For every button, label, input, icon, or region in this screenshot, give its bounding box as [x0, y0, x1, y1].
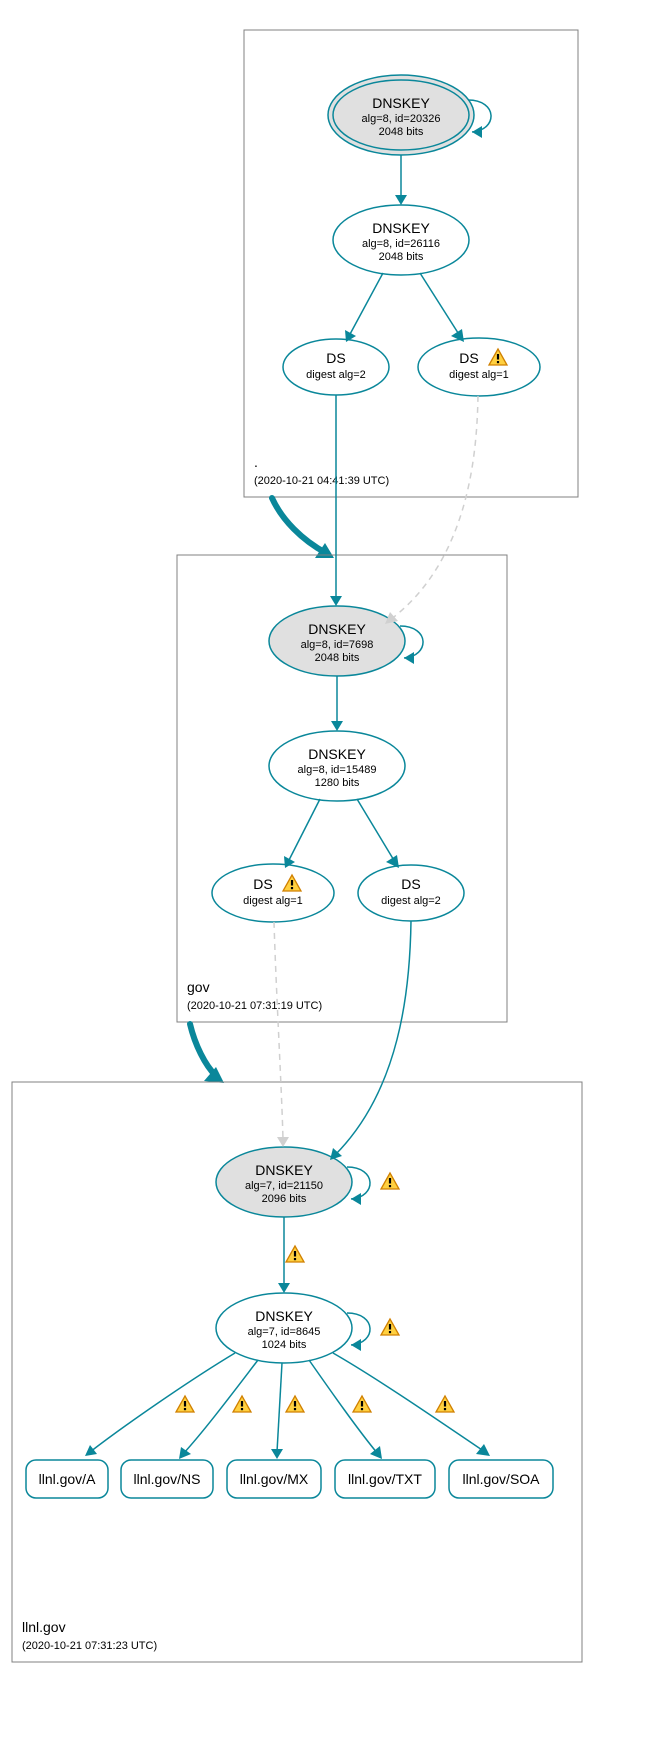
edge-root-zsk-ds1 [420, 273, 464, 342]
edge-govds2-llnlksk [330, 921, 411, 1160]
svg-text:llnl.gov/NS: llnl.gov/NS [134, 1471, 201, 1487]
delegation-gov-llnl [190, 1024, 224, 1083]
dnssec-diagram: . (2020-10-21 04:41:39 UTC) DNSKEY alg=8… [0, 0, 660, 1762]
svg-text:digest alg=2: digest alg=2 [306, 369, 366, 381]
svg-text:DS: DS [401, 876, 420, 892]
svg-text:digest alg=2: digest alg=2 [381, 895, 441, 907]
edge-llnl-ksk-self [347, 1167, 399, 1205]
svg-text:DNSKEY: DNSKEY [372, 95, 430, 111]
warning-icon [233, 1396, 251, 1412]
edge-root-zsk-ds2 [345, 273, 383, 342]
svg-text:DNSKEY: DNSKEY [372, 220, 430, 236]
svg-text:llnl.gov/SOA: llnl.gov/SOA [462, 1471, 540, 1487]
warning-icon [381, 1173, 399, 1189]
svg-text:alg=8, id=20326: alg=8, id=20326 [362, 113, 441, 125]
warning-icon [436, 1396, 454, 1412]
edge-root-ksk-zsk [395, 155, 407, 205]
svg-text:2096 bits: 2096 bits [262, 1193, 307, 1205]
edge-ds2-govksk [330, 395, 342, 606]
svg-text:(2020-10-21 04:41:39 UTC): (2020-10-21 04:41:39 UTC) [254, 475, 389, 487]
zone-gov: gov (2020-10-21 07:31:19 UTC) DNSKEY alg… [177, 395, 507, 1022]
svg-text:gov: gov [187, 979, 210, 995]
svg-text:llnl.gov/MX: llnl.gov/MX [240, 1471, 309, 1487]
edge-govds1-llnlksk [274, 922, 289, 1147]
svg-text:digest alg=1: digest alg=1 [243, 895, 303, 907]
svg-text:1024 bits: 1024 bits [262, 1339, 307, 1351]
svg-text:DS: DS [253, 876, 272, 892]
svg-text:alg=7, id=8645: alg=7, id=8645 [248, 1326, 321, 1338]
svg-text:2048 bits: 2048 bits [379, 251, 424, 263]
warning-icon [381, 1319, 399, 1335]
svg-text:DNSKEY: DNSKEY [255, 1308, 313, 1324]
node-gov-zsk: DNSKEY alg=8, id=15489 1280 bits [269, 731, 405, 801]
warning-icon [286, 1396, 304, 1412]
svg-text:alg=7, id=21150: alg=7, id=21150 [245, 1180, 323, 1192]
svg-text:alg=8, id=7698: alg=8, id=7698 [301, 639, 374, 651]
node-root-ds2: DS digest alg=2 [283, 339, 389, 395]
svg-text:(2020-10-21 07:31:23 UTC): (2020-10-21 07:31:23 UTC) [22, 1640, 157, 1652]
node-rr-soa: llnl.gov/SOA [449, 1460, 553, 1498]
node-rr-mx: llnl.gov/MX [227, 1460, 321, 1498]
node-rr-a: llnl.gov/A [26, 1460, 108, 1498]
edge-zsk-a [85, 1353, 235, 1456]
delegation-root-gov [272, 498, 334, 558]
edge-zsk-txt [309, 1360, 382, 1459]
node-root-ksk: DNSKEY alg=8, id=20326 2048 bits [328, 75, 474, 155]
svg-text:llnl.gov/TXT: llnl.gov/TXT [348, 1471, 422, 1487]
svg-text:DNSKEY: DNSKEY [308, 746, 366, 762]
warning-icon [286, 1246, 304, 1262]
node-gov-ds2: DS digest alg=2 [358, 865, 464, 921]
zone-llnl: llnl.gov (2020-10-21 07:31:23 UTC) DNSKE… [12, 921, 582, 1662]
svg-text:alg=8, id=15489: alg=8, id=15489 [298, 764, 377, 776]
svg-text:DNSKEY: DNSKEY [308, 621, 366, 637]
svg-text:llnl.gov/A: llnl.gov/A [39, 1471, 96, 1487]
svg-text:digest alg=1: digest alg=1 [449, 369, 509, 381]
svg-text:llnl.gov: llnl.gov [22, 1619, 66, 1635]
edge-gov-zsk-ds2 [357, 799, 399, 868]
svg-text:DS: DS [326, 350, 345, 366]
edge-llnl-zsk-self [347, 1313, 399, 1351]
edge-gov-zsk-ds1 [284, 799, 320, 868]
warning-icon [353, 1396, 371, 1412]
zone-root: . (2020-10-21 04:41:39 UTC) DNSKEY alg=8… [244, 30, 578, 497]
svg-text:alg=8, id=26116: alg=8, id=26116 [362, 238, 440, 250]
node-root-ds1: DS digest alg=1 [418, 338, 540, 396]
warning-icon [176, 1396, 194, 1412]
edge-ds1-govksk [385, 396, 478, 624]
node-llnl-zsk: DNSKEY alg=7, id=8645 1024 bits [216, 1293, 352, 1363]
svg-text:2048 bits: 2048 bits [379, 126, 424, 138]
svg-text:2048 bits: 2048 bits [315, 652, 360, 664]
edge-llnl-ksk-zsk [278, 1217, 304, 1293]
node-gov-ds1: DS digest alg=1 [212, 864, 334, 922]
svg-text:DNSKEY: DNSKEY [255, 1162, 313, 1178]
node-root-zsk: DNSKEY alg=8, id=26116 2048 bits [333, 205, 469, 275]
svg-text:(2020-10-21 07:31:19 UTC): (2020-10-21 07:31:19 UTC) [187, 1000, 322, 1012]
node-rr-txt: llnl.gov/TXT [335, 1460, 435, 1498]
svg-text:1280 bits: 1280 bits [315, 777, 360, 789]
svg-text:DS: DS [459, 350, 478, 366]
node-gov-ksk: DNSKEY alg=8, id=7698 2048 bits [269, 606, 405, 676]
node-rr-ns: llnl.gov/NS [121, 1460, 213, 1498]
svg-text:.: . [254, 454, 258, 470]
edge-gov-ksk-zsk [331, 676, 343, 731]
edge-zsk-mx [271, 1363, 304, 1459]
